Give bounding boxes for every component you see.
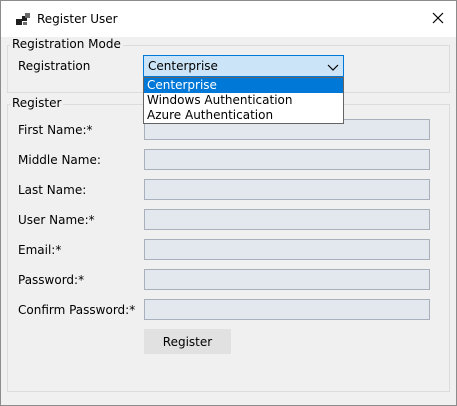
window-title: Register User: [37, 12, 118, 26]
confirm-password-field[interactable]: [144, 299, 430, 320]
dropdown-option-azure-authentication[interactable]: Azure Authentication: [144, 108, 343, 123]
title-bar[interactable]: Register User: [1, 1, 456, 37]
close-icon: [432, 12, 444, 27]
email-label: Email:*: [18, 243, 62, 257]
register-button[interactable]: Register: [144, 329, 231, 354]
middle-name-label: Middle Name:: [18, 153, 101, 167]
chevron-down-icon: [327, 61, 339, 71]
password-label: Password:*: [18, 273, 85, 287]
register-user-window: Register User Registration Mode Registra…: [0, 0, 457, 406]
user-name-field[interactable]: [144, 209, 430, 230]
first-name-label: First Name:*: [18, 123, 93, 137]
password-field[interactable]: [144, 269, 430, 290]
close-button[interactable]: [425, 7, 451, 31]
registration-mode-dropdown-list: Centerprise Windows Authentication Azure…: [143, 77, 344, 124]
last-name-label: Last Name:: [18, 183, 87, 197]
last-name-field[interactable]: [144, 179, 430, 200]
registration-label: Registration: [18, 59, 91, 73]
registration-mode-combobox[interactable]: Centerprise: [143, 55, 344, 77]
dropdown-option-windows-authentication[interactable]: Windows Authentication: [144, 93, 343, 108]
app-icon: [16, 13, 30, 27]
middle-name-field[interactable]: [144, 149, 430, 170]
registration-mode-group-title: Registration Mode: [10, 37, 123, 51]
user-name-label: User Name:*: [18, 213, 95, 227]
registration-mode-selected-value: Centerprise: [148, 59, 218, 73]
confirm-password-label: Confirm Password:*: [18, 303, 136, 317]
window-client-area: Registration Mode Registration Centerpri…: [1, 37, 456, 405]
register-group-title: Register: [10, 96, 64, 110]
email-field[interactable]: [144, 239, 430, 260]
dropdown-option-centerprise[interactable]: Centerprise: [144, 78, 343, 93]
